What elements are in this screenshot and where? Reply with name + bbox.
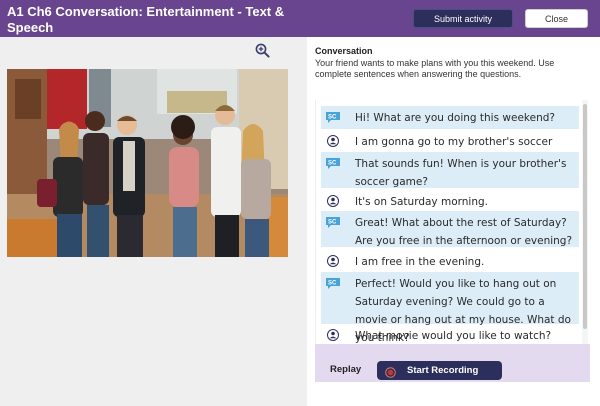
- replay-button[interactable]: Replay: [330, 364, 361, 375]
- message-text: I am free in the evening.: [355, 256, 485, 268]
- chat-message: I am free in the evening.: [321, 250, 579, 273]
- svg-text:SC: SC: [328, 115, 337, 121]
- speech-bubble-icon: SC: [325, 215, 341, 228]
- submit-activity-button[interactable]: Submit activity: [413, 9, 513, 28]
- scrollbar-thumb[interactable]: [583, 104, 587, 329]
- close-button[interactable]: Close: [525, 9, 588, 28]
- message-text: That sounds fun! When is your brother's …: [355, 158, 567, 188]
- conversation-heading: Conversation: [315, 46, 373, 56]
- chat-message: SC Great! What about the rest of Saturda…: [321, 211, 579, 247]
- svg-text:SC: SC: [328, 281, 337, 287]
- speech-bubble-icon: SC: [325, 110, 341, 123]
- user-avatar-icon: [325, 328, 341, 341]
- user-avatar-icon: [325, 254, 341, 267]
- record-icon: [385, 365, 396, 378]
- message-text: Great! What about the rest of Saturday? …: [355, 217, 573, 247]
- user-avatar-icon: [325, 194, 341, 207]
- conversation-prompt: Your friend wants to make plans with you…: [315, 58, 555, 79]
- zoom-in-icon[interactable]: [254, 42, 271, 59]
- start-recording-button[interactable]: Start Recording: [377, 361, 502, 380]
- svg-text:SC: SC: [328, 220, 337, 226]
- group-of-students-photo: [7, 69, 288, 257]
- chat-log[interactable]: SC Hi! What are you doing this weekend? …: [315, 100, 590, 344]
- chat-scrollbar[interactable]: [582, 100, 588, 344]
- speech-bubble-icon: SC: [325, 156, 341, 169]
- message-text: Hi! What are you doing this weekend?: [355, 112, 555, 124]
- user-avatar-icon: [325, 134, 341, 147]
- chat-message: SC That sounds fun! When is your brother…: [321, 152, 579, 188]
- message-text: What movie would you like to watch?: [355, 330, 552, 342]
- chat-message: It's on Saturday morning.: [321, 190, 579, 213]
- activity-title: A1 Ch6 Conversation: Entertainment - Tex…: [7, 4, 285, 35]
- speech-bubble-icon: SC: [325, 276, 341, 289]
- svg-text:SC: SC: [328, 161, 337, 167]
- start-recording-label: Start Recording: [407, 365, 479, 376]
- chat-message: I am gonna go to my brother's soccer gam…: [321, 130, 579, 166]
- message-text: It's on Saturday morning.: [355, 196, 488, 208]
- chat-message: What movie would you like to watch?: [321, 324, 579, 344]
- chat-message: SC Hi! What are you doing this weekend?: [321, 106, 579, 129]
- chat-message: SC Perfect! Would you like to hang out o…: [321, 272, 579, 344]
